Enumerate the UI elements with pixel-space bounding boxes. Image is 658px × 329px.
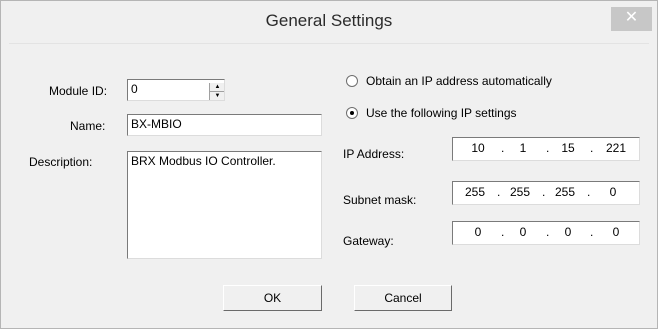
spin-up-icon[interactable]: ▲: [210, 83, 224, 92]
close-button[interactable]: ✕: [611, 7, 652, 31]
ip-octet-3: 15: [561, 141, 575, 155]
subnet-mask-input[interactable]: 255 . 255 . 255 . 0: [452, 181, 640, 205]
ip-octet-4: 221: [605, 141, 627, 155]
gateway-label: Gateway:: [343, 234, 394, 248]
gateway-dot: .: [546, 225, 550, 239]
module-id-label: Module ID:: [49, 84, 108, 98]
dialog-title: General Settings: [265, 11, 393, 30]
ip-octet-2: 1: [519, 141, 527, 155]
gateway-dot: .: [501, 225, 505, 239]
general-settings-dialog: General Settings ✕ Module ID: 0 ▲ ▼ Name…: [0, 0, 658, 329]
radio-obtain-auto[interactable]: [346, 75, 358, 87]
name-input[interactable]: BX-MBIO: [127, 114, 322, 136]
ip-dot: .: [546, 141, 550, 155]
title-bar[interactable]: General Settings ✕: [1, 1, 657, 44]
subnet-octet-2: 255: [509, 185, 531, 199]
gateway-dot: .: [590, 225, 594, 239]
cancel-button[interactable]: Cancel: [354, 285, 452, 311]
subnet-octet-4: 0: [609, 185, 617, 199]
gateway-octet-3: 0: [564, 225, 572, 239]
subnet-mask-label: Subnet mask:: [343, 193, 417, 207]
subnet-dot: .: [497, 185, 501, 199]
ok-button[interactable]: OK: [223, 285, 322, 311]
gateway-input[interactable]: 0 . 0 . 0 . 0: [452, 221, 640, 245]
spin-down-icon[interactable]: ▼: [210, 92, 224, 100]
dialog-body: Module ID: 0 ▲ ▼ Name: BX-MBIO Descripti…: [9, 43, 649, 322]
gateway-octet-2: 0: [519, 225, 527, 239]
subnet-dot: .: [587, 185, 591, 199]
name-label: Name:: [70, 119, 106, 133]
subnet-octet-3: 255: [554, 185, 576, 199]
description-label: Description:: [29, 155, 93, 169]
subnet-octet-1: 255: [464, 185, 486, 199]
ip-dot: .: [590, 141, 594, 155]
gateway-octet-1: 0: [474, 225, 482, 239]
module-id-spinner[interactable]: ▲ ▼: [209, 83, 224, 100]
radio-use-following[interactable]: [346, 107, 358, 119]
module-id-field[interactable]: 0 ▲ ▼: [127, 79, 225, 101]
ip-dot: .: [501, 141, 505, 155]
gateway-octet-4: 0: [612, 225, 620, 239]
ip-address-input[interactable]: 10 . 1 . 15 . 221: [452, 137, 640, 161]
subnet-dot: .: [542, 185, 546, 199]
ip-octet-1: 10: [471, 141, 485, 155]
module-id-value: 0: [131, 82, 138, 96]
radio-obtain-auto-label[interactable]: Obtain an IP address automatically: [366, 74, 552, 88]
radio-use-following-label[interactable]: Use the following IP settings: [366, 106, 517, 120]
ip-address-label: IP Address:: [343, 147, 405, 161]
description-textarea[interactable]: BRX Modbus IO Controller.: [127, 151, 322, 259]
